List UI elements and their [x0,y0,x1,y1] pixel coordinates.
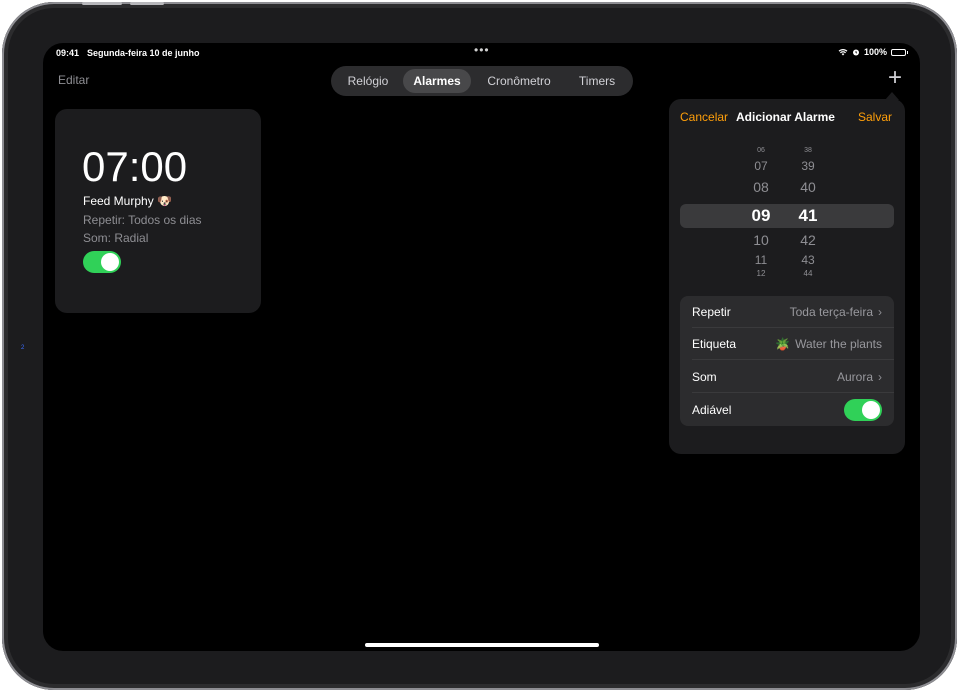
hour-selected[interactable]: 09 [746,206,776,226]
snooze-toggle[interactable] [844,399,882,421]
battery-percent: 100% [863,47,887,57]
edit-button[interactable]: Editar [58,73,89,87]
alarm-sound: Som: Radial [83,231,149,245]
minute-option[interactable]: 43 [793,253,823,267]
label-row[interactable]: Etiqueta 🪴 Water the plants [680,328,894,360]
chevron-right-icon: › [878,305,882,319]
hour-option[interactable]: 11 [746,253,776,267]
minute-option[interactable]: 39 [793,159,823,173]
tab-bar: Relógio Alarmes Cronômetro Timers [331,66,633,96]
minute-option[interactable]: 38 [793,147,823,154]
alarm-toggle[interactable] [83,251,121,273]
home-indicator[interactable] [365,643,599,647]
top-button [130,2,164,5]
minute-option[interactable]: 42 [793,232,823,248]
minute-selected[interactable]: 41 [793,206,823,226]
alarm-time: 07:00 [82,143,188,190]
alarm-card[interactable]: 07:00 Feed Murphy 🐶 Repetir: Todos os di… [55,109,261,313]
cancel-button[interactable]: Cancelar [680,110,728,124]
snooze-label: Adiável [692,403,732,417]
chevron-right-icon: › [878,370,882,384]
side-mark: 2 [21,345,25,351]
repeat-label: Repetir [692,305,731,319]
minute-option[interactable]: 40 [793,179,823,195]
alarm-clock-icon [852,49,859,56]
minute-option[interactable]: 44 [793,269,823,278]
ipad-frame: 09:41 Segunda-feira 10 de junho ••• 100%… [2,2,957,690]
repeat-value: Toda terça-feira [789,305,873,319]
hour-option[interactable]: 10 [746,232,776,248]
hour-option[interactable]: 08 [746,179,776,195]
plant-icon: 🪴 [775,337,791,351]
snooze-row: Adiável [680,394,894,426]
hour-option[interactable]: 07 [746,159,776,173]
status-date: Segunda-feira 10 de junho [87,48,200,58]
tab-clock[interactable]: Relógio [335,69,401,93]
top-button [82,2,122,5]
popover-title: Adicionar Alarme [736,110,835,124]
alarm-label: Feed Murphy 🐶 [83,194,172,208]
tab-alarms[interactable]: Alarmes [403,69,471,93]
wifi-icon [838,49,848,56]
add-alarm-button[interactable]: + [888,66,902,90]
add-alarm-popover: Cancelar Adicionar Alarme Salvar 06 07 0… [669,99,905,454]
status-indicators: 100% [838,47,908,57]
alarm-repeat: Repetir: Todos os dias [83,213,202,227]
tab-timers[interactable]: Timers [565,69,629,93]
multitasking-dots[interactable]: ••• [474,43,490,57]
screen: 09:41 Segunda-feira 10 de junho ••• 100%… [43,43,920,651]
hour-option[interactable]: 06 [746,147,776,154]
save-button[interactable]: Salvar [858,110,892,124]
label-value[interactable]: Water the plants [795,337,882,351]
repeat-row[interactable]: Repetir Toda terça-feira › [680,296,894,328]
sound-label: Som [692,370,717,384]
battery-icon [891,48,908,56]
status-time: 09:41 [56,48,80,58]
tab-stopwatch[interactable]: Cronômetro [475,69,563,93]
alarm-options-group: Repetir Toda terça-feira › Etiqueta 🪴 Wa… [680,296,894,426]
hour-option[interactable]: 12 [746,269,776,278]
label-label: Etiqueta [692,337,737,351]
sound-value: Aurora [836,370,873,384]
sound-row[interactable]: Som Aurora › [680,361,894,393]
picker-selection-band [680,204,894,228]
